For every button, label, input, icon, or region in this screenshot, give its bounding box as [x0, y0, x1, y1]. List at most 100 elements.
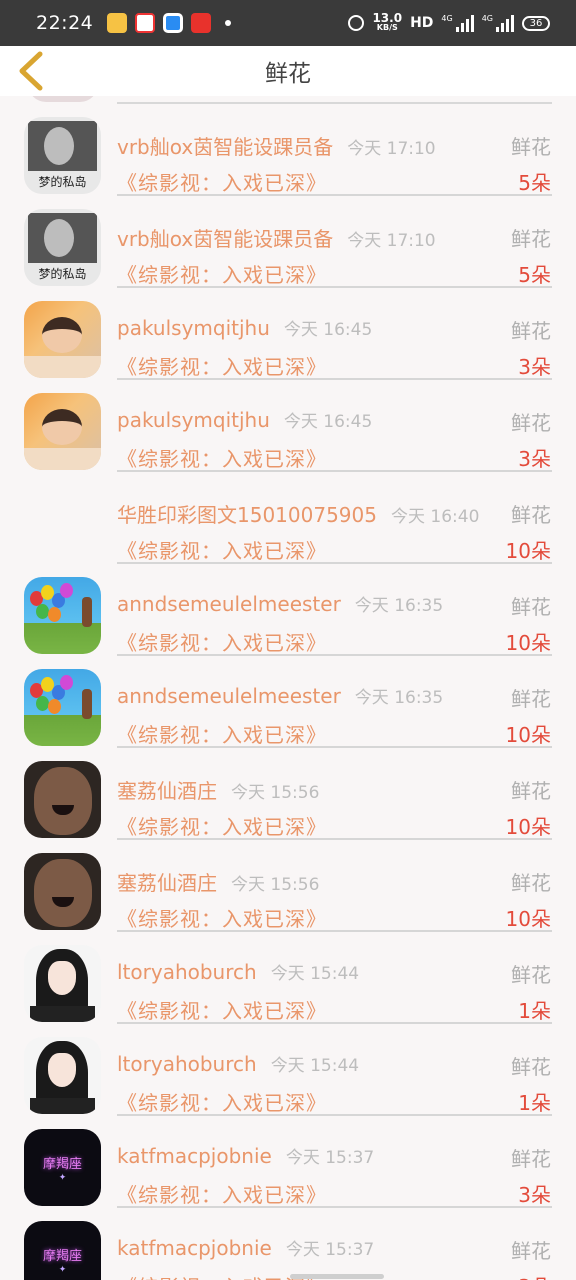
avatar-caption: 摩羯座: [42, 1157, 82, 1172]
user-name[interactable]: katfmacpjobnie 今天 15:37: [117, 1235, 374, 1260]
gift-time: 今天 17:10: [347, 139, 436, 159]
avatar[interactable]: [24, 853, 101, 930]
book-title[interactable]: 《综影视：入戏已深》: [117, 1179, 327, 1208]
gift-type: 鲜花: [511, 1239, 551, 1263]
page-title: 鲜花: [265, 61, 311, 87]
gift-count: 5朵: [518, 263, 551, 287]
list-item[interactable]: 梦的私岛 vrb舢ox茵智能设踝员备 今天 17:10 鲜花 《综影视：入戏已深》 5朵: [0, 104, 576, 196]
user-name[interactable]: anndsemeulelmeester 今天 16:35: [117, 591, 443, 616]
book-title[interactable]: 《综影视：入戏已深》: [117, 719, 327, 748]
avatar[interactable]: 摩羯座 ✦: [24, 1221, 101, 1280]
gift-type: 鲜花: [511, 503, 551, 527]
user-name[interactable]: ltoryahoburch 今天 15:44: [117, 959, 359, 984]
list-item[interactable]: 塞荔仙酒庄 今天 15:56 鲜花《综影视：入戏已深》 10朵: [0, 748, 576, 840]
gift-type: 鲜花: [511, 963, 551, 987]
network-speed: 13.0 KB/S: [372, 11, 403, 33]
list-item[interactable]: 塞荔仙酒庄 今天 15:56 鲜花 《综影视：入戏已深》 10朵: [0, 840, 576, 932]
avatar[interactable]: [24, 577, 101, 654]
gift-time: 今天 15:56: [231, 875, 320, 895]
user-name-text[interactable]: katfmacpjobnie: [117, 1144, 272, 1168]
book-title[interactable]: 《综影视：入戏已深》: [117, 627, 327, 656]
gift-count: 5朵: [518, 171, 551, 195]
user-name[interactable]: 华胜印彩图文15010075905 今天 16:40: [117, 499, 479, 528]
gift-count: 10朵: [505, 631, 551, 655]
user-name[interactable]: anndsemeulelmeester 今天 16:35: [117, 683, 443, 708]
user-name[interactable]: ltoryahoburch 今天 15:44: [117, 1051, 359, 1076]
gift-count: 10朵: [505, 815, 551, 839]
list-item[interactable]: anndsemeulelmeester 今天 16:35 鲜花 《综影视：入戏已深》 1…: [0, 656, 576, 748]
user-name-text[interactable]: anndsemeulelmeester: [117, 592, 341, 616]
avatar[interactable]: [24, 669, 101, 746]
user-name[interactable]: 塞荔仙酒庄 今天 15:56: [117, 867, 319, 896]
user-name-text[interactable]: ltoryahoburch: [117, 1052, 257, 1076]
gift-type: 鲜花: [511, 319, 551, 343]
gift-count: 10朵: [505, 539, 551, 563]
user-name[interactable]: 塞荔仙酒庄 今天 15:56: [117, 775, 319, 804]
avatar[interactable]: [24, 945, 101, 1022]
user-name[interactable]: vrb舢ox茵智能设踝员备 今天 17:10: [117, 131, 436, 160]
gift-time: 今天 17:10: [347, 231, 436, 251]
gift-time: 今天 15:37: [285, 1148, 375, 1168]
avatar: [28, 96, 98, 102]
list-item[interactable]: anndsemeulelmeester 今天 16:35 鲜花《综影视：入戏已深》 1…: [0, 564, 576, 656]
signal-2-icon: 4G: [482, 14, 514, 32]
user-name[interactable]: vrb舢ox茵智能设踝员备 今天 17:10: [117, 223, 436, 252]
list-item[interactable]: 摩羯座✦katfmacpjobnie今天 15:37鲜花《综影视：入戏已深》3朵: [0, 1208, 576, 1280]
gift-time: 今天 16:40: [390, 507, 480, 527]
user-name-text[interactable]: 华胜印彩图文15010075905: [117, 503, 377, 527]
book-title[interactable]: 《综影视：入戏已深》: [117, 351, 327, 380]
avatar[interactable]: [24, 393, 101, 470]
list-item[interactable]: ltoryahoburch 今天 15:44 鲜花 《综影视：入戏已深》 1朵: [0, 932, 576, 1024]
avatar[interactable]: [24, 301, 101, 378]
user-name-text[interactable]: katfmacpjobnie: [117, 1236, 272, 1260]
book-title[interactable]: 《综影视：入戏已深》: [117, 1087, 327, 1116]
book-title[interactable]: 《综影视：入戏已深》: [117, 259, 327, 288]
user-name-text[interactable]: 塞荔仙酒庄: [117, 871, 217, 895]
chevron-left-icon: [19, 51, 43, 91]
avatar[interactable]: [24, 761, 101, 838]
network-speed-unit: KB/S: [376, 23, 398, 32]
reader-app-icon: [191, 13, 212, 33]
battery-icon: 36: [522, 15, 550, 31]
user-name[interactable]: pakulsymqitjhu 今天 16:45: [117, 315, 372, 340]
avatar-caption: 梦的私岛: [38, 267, 87, 281]
list-item[interactable]: pakulsymqitjhu 今天 16:45 鲜花 《综影视：入戏已深》 3朵: [0, 380, 576, 472]
list-item[interactable]: 华胜印彩图文15010075905 今天 16:40 鲜花《综影视：入戏已深》 10朵: [0, 472, 576, 564]
book-title[interactable]: 《综影视：入戏已深》: [117, 443, 327, 472]
avatar[interactable]: [24, 1037, 101, 1114]
gift-type: 鲜花: [511, 687, 551, 711]
book-title[interactable]: 《综影视：入戏已深》: [117, 535, 327, 564]
list-item[interactable]: pakulsymqitjhu 今天 16:45 鲜花 《综影视：入戏已深》 3朵: [0, 288, 576, 380]
gift-time: 今天 16:35: [354, 596, 444, 616]
user-name-text[interactable]: anndsemeulelmeester: [117, 684, 341, 708]
user-name-text[interactable]: vrb舢ox茵智能设踝员备: [117, 135, 333, 159]
flower-gift-list[interactable]: 梦的私岛 vrb舢ox茵智能设踝员备 今天 17:10 鲜花 《综影视：入戏已深》 5朵梦…: [0, 96, 576, 1280]
book-title[interactable]: 《综影视：入戏已深》: [117, 995, 327, 1024]
gift-time: 今天 16:45: [283, 412, 373, 432]
signal-1-icon: 4G: [441, 14, 474, 32]
network-speed-value: 13.0: [372, 11, 403, 25]
list-item[interactable]: 梦的私岛 vrb舢ox茵智能设踝员备 今天 17:10 鲜花 《综影视：入戏已深》 5朵: [0, 196, 576, 288]
user-name-text[interactable]: 塞荔仙酒庄: [117, 779, 217, 803]
book-title[interactable]: 《综影视：入戏已深》: [117, 903, 327, 932]
list-item[interactable]: ltoryahoburch 今天 15:44 鲜花 《综影视：入戏已深》 1朵: [0, 1024, 576, 1116]
gift-type: 鲜花: [511, 595, 551, 619]
gift-time: 今天 16:45: [283, 320, 373, 340]
book-title[interactable]: 《综影视：入戏已深》: [117, 811, 327, 840]
user-name[interactable]: pakulsymqitjhu 今天 16:45: [117, 407, 372, 432]
gift-type: 鲜花: [511, 1055, 551, 1079]
avatar-caption: 梦的私岛: [38, 175, 87, 189]
user-name-text[interactable]: pakulsymqitjhu: [117, 408, 270, 432]
user-name[interactable]: katfmacpjobnie 今天 15:37: [117, 1143, 374, 1168]
back-button[interactable]: [10, 50, 50, 92]
avatar[interactable]: 梦的私岛: [24, 117, 101, 194]
list-item[interactable]: 摩羯座✦katfmacpjobnie今天 15:37鲜花《综影视：入戏已深》3朵: [0, 1116, 576, 1208]
avatar[interactable]: 梦的私岛: [24, 209, 101, 286]
gift-type: 鲜花: [511, 779, 551, 803]
avatar[interactable]: 摩羯座 ✦: [24, 1129, 101, 1206]
user-name-text[interactable]: ltoryahoburch: [117, 960, 257, 984]
book-title[interactable]: 《综影视：入戏已深》: [117, 167, 327, 196]
user-name-text[interactable]: vrb舢ox茵智能设踝员备: [117, 227, 333, 251]
user-name-text[interactable]: pakulsymqitjhu: [117, 316, 270, 340]
signal-1-label: 4G: [441, 14, 453, 23]
